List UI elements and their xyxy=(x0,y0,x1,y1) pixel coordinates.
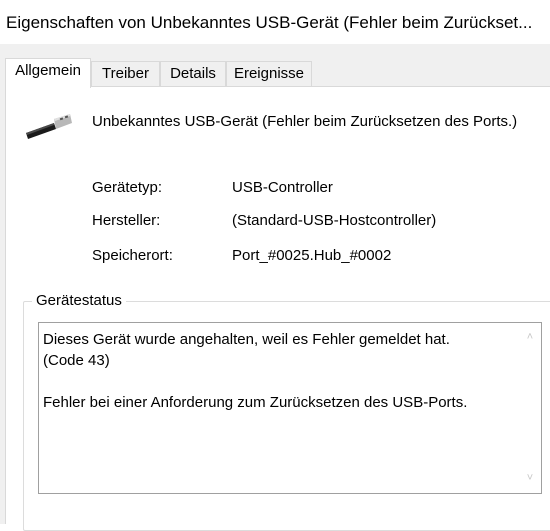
location-value: Port_#0025.Hub_#0002 xyxy=(232,247,392,264)
device-status-textbox[interactable]: Dieses Gerät wurde angehalten, weil es F… xyxy=(38,322,542,494)
tab-treiber[interactable]: Treiber xyxy=(91,61,160,86)
usb-plug-icon xyxy=(26,114,72,139)
device-type-label: Gerätetyp: xyxy=(92,179,163,196)
scroll-down-icon[interactable]: ˅ xyxy=(523,471,537,485)
tab-strip: Allgemein Treiber Details Ereignisse xyxy=(0,58,550,88)
device-status-text: Dieses Gerät wurde angehalten, weil es F… xyxy=(43,331,468,411)
window-title: Eigenschaften von Unbekanntes USB-Gerät … xyxy=(6,13,533,32)
tab-ereignisse[interactable]: Ereignisse xyxy=(226,61,312,86)
title-bar: Eigenschaften von Unbekanntes USB-Gerät … xyxy=(0,0,550,44)
manufacturer-label: Hersteller: xyxy=(92,212,161,229)
scroll-up-icon[interactable]: ˄ xyxy=(523,330,537,344)
device-type-value: USB-Controller xyxy=(232,179,333,196)
location-label: Speicherort: xyxy=(92,247,173,264)
tab-details[interactable]: Details xyxy=(160,61,226,86)
manufacturer-value: (Standard-USB-Hostcontroller) xyxy=(232,212,437,229)
device-status-label: Gerätestatus xyxy=(32,292,126,309)
tab-allgemein[interactable]: Allgemein xyxy=(5,58,91,88)
status-scrollbar[interactable]: ˄ ˅ xyxy=(519,323,541,493)
device-name: Unbekanntes USB-Gerät (Fehler beim Zurüc… xyxy=(92,113,518,130)
